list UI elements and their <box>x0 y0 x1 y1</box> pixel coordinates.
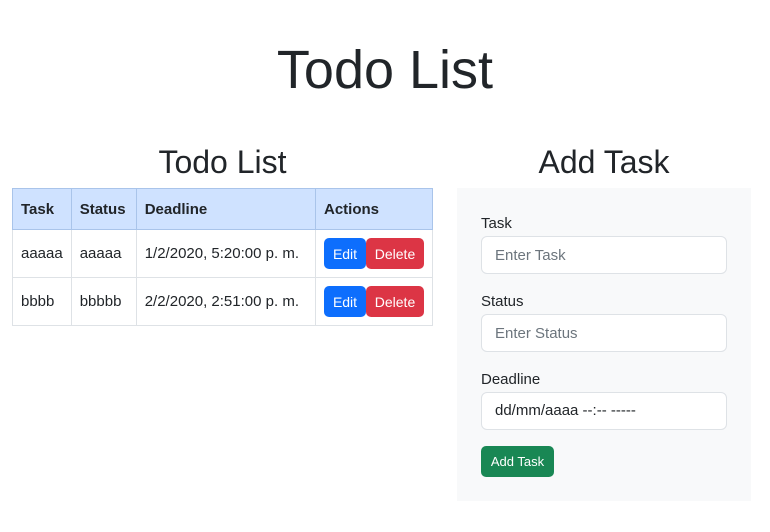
status-cell: aaaaa <box>70 229 137 278</box>
status-input[interactable] <box>481 314 727 352</box>
status-cell: bbbbb <box>70 277 137 326</box>
deadline-input[interactable]: dd/mm/aaaa --:-- ----- <box>481 392 727 430</box>
deadline-cell: 1/2/2020, 5:20:00 p. m. <box>135 229 317 278</box>
delete-button[interactable]: Delete <box>366 286 424 317</box>
column-header-status: Status <box>70 188 137 230</box>
actions-cell: Edit Delete <box>315 229 433 278</box>
actions-cell: Edit Delete <box>315 277 433 326</box>
table-header-row: Task Status Deadline Actions <box>12 188 433 230</box>
add-task-form: Task Status Deadline dd/mm/aaaa --:-- --… <box>457 188 751 501</box>
delete-button[interactable]: Delete <box>366 238 424 269</box>
column-header-actions: Actions <box>315 188 433 230</box>
form-title: Add Task <box>538 144 670 180</box>
status-label: Status <box>481 293 524 310</box>
deadline-label: Deadline <box>481 371 541 388</box>
column-header-task: Task <box>12 188 72 230</box>
edit-button[interactable]: Edit <box>324 286 366 317</box>
page-title: Todo List <box>276 40 494 100</box>
deadline-cell: 2/2/2020, 2:51:00 p. m. <box>135 277 317 326</box>
task-input[interactable] <box>481 236 727 274</box>
table-row: aaaaa aaaaa 1/2/2020, 5:20:00 p. m. Edit… <box>12 229 433 278</box>
column-header-deadline: Deadline <box>135 188 317 230</box>
list-title: Todo List <box>158 144 287 180</box>
edit-button[interactable]: Edit <box>324 238 366 269</box>
task-label: Task <box>481 215 512 232</box>
todo-table: Task Status Deadline Actions aaaaa aaaaa… <box>12 188 433 326</box>
add-task-button[interactable]: Add Task <box>481 446 554 477</box>
table-row: bbbb bbbbb 2/2/2020, 2:51:00 p. m. Edit D… <box>12 277 433 326</box>
task-cell: aaaaa <box>12 229 72 278</box>
task-cell: bbbb <box>12 277 72 326</box>
